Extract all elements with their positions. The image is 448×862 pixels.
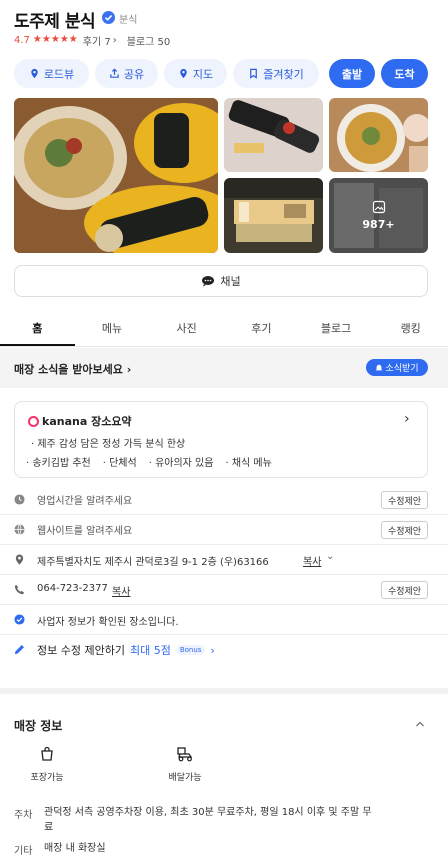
bell-icon xyxy=(376,364,383,370)
channel-button[interactable]: 채널 xyxy=(14,265,428,297)
favorite-label: 즐겨찾기 xyxy=(263,67,304,81)
roadview-label: 로드뷰 xyxy=(43,67,75,81)
address-copy-button[interactable]: 복사 xyxy=(303,553,321,568)
blog-link[interactable]: 블로그 50 xyxy=(127,33,171,48)
etc-label: 기타 xyxy=(14,846,33,857)
tab-home[interactable]: 홈 xyxy=(0,313,75,346)
parking-text-line: 료 xyxy=(44,822,54,833)
chevron-right-icon[interactable]: › xyxy=(404,411,410,427)
roadview-button[interactable]: 로드뷰 xyxy=(14,59,89,88)
subscribe-label: 소식받기 xyxy=(385,364,419,374)
news-text: 매장 소식을 받아보세요 xyxy=(14,363,123,376)
news-subscribe-link[interactable]: 매장 소식을 받아보세요 › xyxy=(14,361,131,377)
chat-bubble-icon xyxy=(202,276,215,287)
hours-edit-button[interactable]: 수정제안 xyxy=(381,491,428,509)
etc-text: 매장 내 화장실 xyxy=(44,843,106,854)
phone-copy-button[interactable]: 복사 xyxy=(112,583,130,598)
share-button[interactable]: 공유 xyxy=(95,59,158,88)
photo-3[interactable] xyxy=(329,98,428,172)
chevron-down-icon[interactable]: ⌄ xyxy=(326,551,334,562)
more-photos-overlay: 987+ xyxy=(329,178,428,253)
verified-badge-icon xyxy=(102,11,115,24)
shopping-bag-icon xyxy=(41,746,53,761)
tab-ranking[interactable]: 랭킹 xyxy=(373,313,448,346)
tab-blog[interactable]: 블로그 xyxy=(299,313,374,346)
chevron-right-icon: › xyxy=(126,363,132,376)
star-rating-icon: ★ ★ ★ ★ ★ xyxy=(32,34,78,45)
tab-bar: 홈 메뉴 사진 후기 블로그 랭킹 xyxy=(0,313,448,347)
parking-label: 주차 xyxy=(14,810,33,821)
tab-photos[interactable]: 사진 xyxy=(149,313,224,346)
verified-check-icon xyxy=(14,614,25,625)
bookmark-icon xyxy=(250,68,258,79)
phone-edit-button[interactable]: 수정제안 xyxy=(381,581,428,599)
amenity-takeout-label: 포장가능 xyxy=(30,773,64,783)
map-button[interactable]: 지도 xyxy=(164,59,227,88)
address-text: 제주특별자치도 제주시 관덕로3길 9-1 2층 (우)63166 xyxy=(37,557,269,568)
tab-menu[interactable]: 메뉴 xyxy=(75,313,150,346)
category-label: 분식 xyxy=(119,15,138,26)
summary-title: kanana 장소요약 xyxy=(28,413,132,429)
place-title: 도주제 분식 xyxy=(14,12,96,32)
rating-value: 4.7 xyxy=(14,34,30,46)
map-label: 지도 xyxy=(192,67,214,81)
verified-text: 사업자 정보가 확인된 장소입니다. xyxy=(37,617,179,628)
tab-reviews[interactable]: 후기 xyxy=(224,313,299,346)
photo-more[interactable]: 987+ xyxy=(329,178,428,253)
suggest-points: 최대 5점 xyxy=(129,644,171,657)
pencil-icon xyxy=(14,645,24,655)
delivery-scooter-icon xyxy=(177,747,193,762)
chevron-right-icon: › xyxy=(110,34,117,46)
main-photo[interactable] xyxy=(14,98,218,253)
amenity-delivery: 배달가능 xyxy=(158,746,212,783)
photo-4[interactable] xyxy=(224,178,323,253)
photo-2[interactable] xyxy=(224,98,323,172)
summary-title-text: kanana 장소요약 xyxy=(42,415,132,428)
phone-icon xyxy=(14,584,25,595)
favorite-button[interactable]: 즐겨찾기 xyxy=(233,59,319,88)
summary-tag: · 단체석 xyxy=(102,458,137,469)
arrive-button[interactable]: 도착 xyxy=(381,59,428,88)
summary-tag: · 채식 메뉴 xyxy=(225,458,272,469)
website-edit-button[interactable]: 수정제안 xyxy=(381,521,428,539)
map-pin-icon xyxy=(180,68,187,79)
share-icon xyxy=(110,68,119,78)
store-info-title: 매장 정보 xyxy=(14,719,63,733)
suggest-edit-link[interactable]: 정보 수정 제안하기 최대 5점 Bonus › xyxy=(37,642,215,658)
globe-icon xyxy=(14,524,25,535)
amenity-delivery-label: 배달가능 xyxy=(168,773,202,783)
location-pin-icon xyxy=(15,554,24,565)
phone-number[interactable]: 064-723-2377 xyxy=(37,583,108,594)
parking-text: 관덕정 서측 공영주차장 이용, 최초 30분 무료주차, 평일 18시 이후 … xyxy=(44,805,434,835)
depart-button[interactable]: 출발 xyxy=(329,59,375,88)
parking-text-line: 관덕정 서측 공영주차장 이용, 최초 30분 무료주차, 평일 18시 이후 … xyxy=(44,807,372,818)
rating-row: 4.7 ★ ★ ★ ★ ★ 후기 7 › 블로그 50 xyxy=(14,33,171,48)
hours-text: 영업시간을 알려주세요 xyxy=(37,496,133,507)
gallery-icon xyxy=(372,200,385,214)
summary-tag: · 유아의자 있음 xyxy=(148,458,214,469)
summary-tag: · 송키김밥 추천 xyxy=(26,458,91,469)
summary-line: · 제주 감성 담은 정성 가득 분식 한상 xyxy=(31,439,186,450)
chevron-right-icon: › xyxy=(210,643,215,657)
reviews-link[interactable]: 후기 7 xyxy=(83,33,111,48)
website-text: 웹사이트를 알려주세요 xyxy=(37,526,133,537)
amenity-takeout: 포장가능 xyxy=(20,746,74,783)
summary-tags: · 송키김밥 추천 · 단체석 · 유아의자 있음 · 채식 메뉴 xyxy=(26,454,272,469)
suggest-edit-text: 정보 수정 제안하기 xyxy=(37,644,125,657)
more-photos-count: 987+ xyxy=(362,218,395,231)
share-label: 공유 xyxy=(123,67,145,81)
section-divider xyxy=(0,688,448,694)
roadview-pin-icon xyxy=(31,68,38,79)
subscribe-button[interactable]: 소식받기 xyxy=(366,359,428,376)
bonus-badge: Bonus xyxy=(175,645,206,655)
chevron-up-icon[interactable] xyxy=(415,719,425,729)
kanana-logo-icon xyxy=(28,415,39,427)
clock-icon xyxy=(14,494,25,505)
channel-label: 채널 xyxy=(220,275,241,288)
